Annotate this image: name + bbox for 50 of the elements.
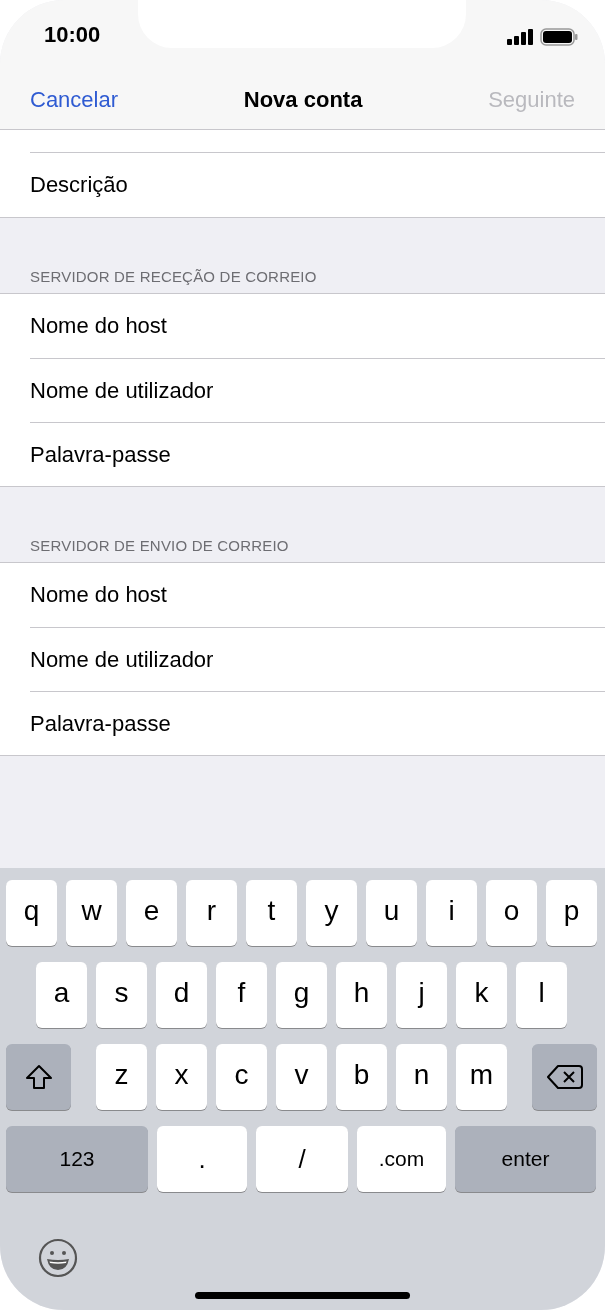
numbers-key[interactable]: 123 [6, 1126, 148, 1192]
section-header: SERVIDOR DE RECEÇÃO DE CORREIO [29, 267, 318, 287]
keyboard-key[interactable]: k [456, 962, 507, 1028]
keyboard-key[interactable]: n [396, 1044, 447, 1110]
keyboard-key[interactable]: m [456, 1044, 507, 1110]
field-label: Nome de utilizador [30, 646, 214, 673]
keyboard-key[interactable]: j [396, 962, 447, 1028]
keyboard-key[interactable]: q [6, 880, 57, 946]
keyboard-key[interactable]: b [336, 1044, 387, 1110]
emoji-icon[interactable] [38, 1238, 78, 1278]
backspace-icon [546, 1064, 583, 1090]
keyboard-key[interactable]: s [96, 962, 147, 1028]
shift-icon [24, 1064, 53, 1090]
cancel-button[interactable]: Cancelar [30, 86, 119, 113]
shift-key[interactable] [6, 1044, 71, 1110]
signal-icon [507, 29, 534, 45]
keyboard-key[interactable]: .com [357, 1126, 446, 1192]
keyboard-key[interactable]: u [366, 880, 417, 946]
keyboard-key[interactable]: p [546, 880, 597, 946]
field-label: Nome do host [30, 313, 167, 339]
field-label: Palavra-passe [30, 710, 171, 737]
nav-title: Nova conta [243, 86, 363, 113]
keyboard-key[interactable]: e [126, 880, 177, 946]
delete-key[interactable] [532, 1044, 597, 1110]
keyboard-key[interactable]: r [186, 880, 237, 946]
field-label: Nome de utilizador [30, 377, 214, 404]
keyboard-key[interactable]: w [66, 880, 117, 946]
field-label: Descrição [30, 172, 128, 198]
enter-key[interactable]: enter [455, 1126, 596, 1192]
keyboard-key[interactable]: . [157, 1126, 247, 1192]
keyboard-key[interactable]: / [256, 1126, 348, 1192]
keyboard-key[interactable]: h [336, 962, 387, 1028]
battery-icon [540, 28, 578, 46]
section-header: SERVIDOR DE ENVIO DE CORREIO [29, 536, 290, 556]
keyboard-key[interactable]: y [306, 880, 357, 946]
keyboard-key[interactable]: v [276, 1044, 327, 1110]
keyboard-key[interactable]: x [156, 1044, 207, 1110]
field-label: Nome do host [30, 582, 167, 608]
keyboard-key[interactable]: l [516, 962, 567, 1028]
keyboard-key[interactable]: i [426, 880, 477, 946]
keyboard-key[interactable]: d [156, 962, 207, 1028]
keyboard-key[interactable]: g [276, 962, 327, 1028]
status-time: 10:00 [44, 22, 101, 48]
keyboard-key[interactable]: o [486, 880, 537, 946]
field-label: Palavra-passe [30, 441, 171, 468]
keyboard-key[interactable]: z [96, 1044, 147, 1110]
keyboard-key[interactable]: f [216, 962, 267, 1028]
keyboard-key[interactable]: a [36, 962, 87, 1028]
keyboard-key[interactable]: t [246, 880, 297, 946]
keyboard-key[interactable]: c [216, 1044, 267, 1110]
